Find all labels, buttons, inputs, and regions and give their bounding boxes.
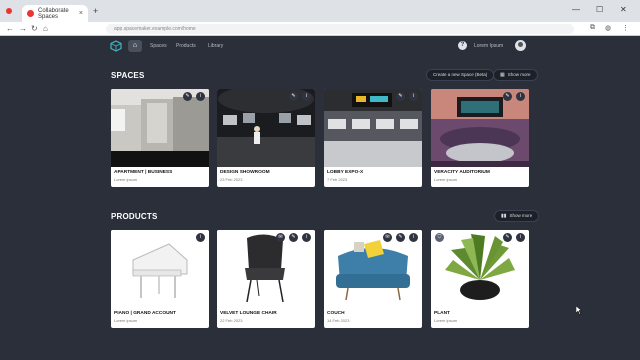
space-date: Lorem ipsum	[114, 177, 138, 182]
space-date: 7 Feb 2023	[327, 177, 348, 182]
space-name: APARTMENT | BUSINESS	[114, 170, 173, 175]
nav-spaces[interactable]: Spaces	[150, 43, 167, 49]
shield-icon[interactable]: ⛉	[435, 233, 444, 242]
profile-icon[interactable]: ◍	[605, 24, 611, 32]
avatar[interactable]	[515, 40, 526, 51]
product-name: PLANT	[434, 311, 450, 316]
grid-icon: ▦	[500, 72, 505, 78]
info-icon[interactable]: i	[409, 92, 418, 101]
product-card-plant[interactable]: ⛉ ✎ i PLANT Lorem ipsum	[431, 230, 529, 328]
info-icon[interactable]: i	[516, 92, 525, 101]
info-icon[interactable]: i	[302, 233, 311, 242]
url-field[interactable]: app.spacemaker.example.com/home	[106, 24, 574, 34]
user-name[interactable]: Lorem Ipsum	[474, 43, 503, 49]
space-name: VERACITY AUDITORIUM	[434, 170, 490, 175]
product-thumbnail	[111, 230, 209, 308]
space-date: 23 Feb 2023	[220, 177, 243, 182]
edit-icon[interactable]: ✎	[289, 233, 298, 242]
columns-icon: ▮▮	[501, 213, 507, 219]
tab-title: Collaborate Spaces	[38, 7, 69, 20]
help-icon[interactable]: ?	[458, 41, 467, 50]
close-window-button[interactable]: ✕	[620, 5, 627, 14]
product-name: VELVET LOUNGE CHAIR	[220, 311, 277, 316]
product-date: Lorem ipsum	[114, 318, 138, 323]
product-name: PIANO | GRAND ACCOUNT	[114, 311, 176, 316]
product-card-piano[interactable]: i PIANO | GRAND ACCOUNT Lorem ipsum	[111, 230, 209, 328]
chat-icon[interactable]: ✉	[383, 233, 392, 242]
spaces-view-label: Show more	[507, 72, 531, 77]
edit-icon[interactable]: ✎	[289, 92, 298, 101]
space-card-apartment[interactable]: ✎ i APARTMENT | BUSINESS Lorem ipsum	[111, 89, 209, 187]
chat-icon[interactable]: ✉	[276, 233, 285, 242]
space-thumbnail	[324, 89, 422, 167]
product-thumbnail	[217, 230, 315, 308]
space-thumbnail	[431, 89, 529, 167]
space-card-design-showroom[interactable]: ✎ i DESIGN SHOWROOM 23 Feb 2023	[217, 89, 315, 187]
nav-library[interactable]: Library	[208, 43, 223, 49]
tab-close-icon[interactable]: ×	[79, 10, 83, 17]
forward-icon[interactable]: →	[19, 24, 27, 33]
app-header: ⌂ Spaces Products Library ? Lorem Ipsum	[0, 36, 640, 56]
product-card-chair[interactable]: ✉ ✎ i VELVET LOUNGE CHAIR 22 Feb 2023	[217, 230, 315, 328]
mouse-cursor-icon	[576, 306, 582, 315]
edit-icon[interactable]: ✎	[503, 92, 512, 101]
space-date: Lorem ipsum	[434, 177, 458, 182]
spaces-title: SPACES	[111, 71, 145, 80]
space-name: LOBBY EXPO-X	[327, 170, 364, 175]
product-name: COUCH	[327, 311, 345, 316]
info-icon[interactable]: i	[409, 233, 418, 242]
info-icon[interactable]: i	[302, 92, 311, 101]
space-name: DESIGN SHOWROOM	[220, 170, 270, 175]
extensions-icon[interactable]: ⧉	[590, 24, 595, 32]
edit-icon[interactable]: ✎	[183, 92, 192, 101]
product-date: 22 Feb 2023	[220, 318, 243, 323]
products-view-button[interactable]: ▮▮ Show more	[494, 210, 540, 222]
product-thumbnail	[431, 230, 529, 308]
reload-icon[interactable]: ↻	[31, 24, 38, 33]
space-card-auditorium[interactable]: ✎ i VERACITY AUDITORIUM Lorem ipsum	[431, 89, 529, 187]
nav-products[interactable]: Products	[176, 43, 196, 49]
edit-icon[interactable]: ✎	[503, 233, 512, 242]
info-icon[interactable]: i	[196, 233, 205, 242]
spaces-view-button[interactable]: ▦ Show more	[493, 69, 538, 81]
edit-icon[interactable]: ✎	[396, 92, 405, 101]
product-date: 14 Feb 2023	[327, 318, 350, 323]
browser-tab[interactable]: Collaborate Spaces ×	[22, 5, 88, 22]
home-icon[interactable]: ⌂	[43, 24, 48, 33]
info-icon[interactable]: i	[196, 92, 205, 101]
back-icon[interactable]: ←	[6, 24, 14, 33]
product-card-couch[interactable]: ✉ ✎ i COUCH 14 Feb 2023	[324, 230, 422, 328]
app-logo-icon[interactable]	[110, 40, 122, 52]
product-thumbnail	[324, 230, 422, 308]
space-card-lobby-expo[interactable]: ✎ i LOBBY EXPO-X 7 Feb 2023	[324, 89, 422, 187]
home-button[interactable]: ⌂	[128, 40, 142, 52]
product-date: Lorem ipsum	[434, 318, 458, 323]
new-tab-button[interactable]: +	[93, 6, 98, 16]
info-icon[interactable]: i	[516, 233, 525, 242]
create-space-button[interactable]: Create a new Space (Beta)	[426, 69, 495, 81]
address-bar-row: ← → ↻ ⌂ app.spacemaker.example.com/home …	[0, 22, 640, 36]
edit-icon[interactable]: ✎	[396, 233, 405, 242]
maximize-button[interactable]: ☐	[596, 5, 603, 14]
minimize-button[interactable]: —	[572, 5, 580, 14]
products-view-label: Show more	[509, 213, 533, 218]
menu-kebab-icon[interactable]: ⋮	[622, 24, 629, 32]
products-title: PRODUCTS	[111, 212, 158, 221]
browser-tab-bar: Collaborate Spaces × + — ☐ ✕	[0, 0, 640, 22]
space-thumbnail	[111, 89, 209, 167]
favicon-icon	[27, 10, 34, 17]
space-thumbnail	[217, 89, 315, 167]
browser-menu-icon[interactable]	[6, 8, 12, 14]
